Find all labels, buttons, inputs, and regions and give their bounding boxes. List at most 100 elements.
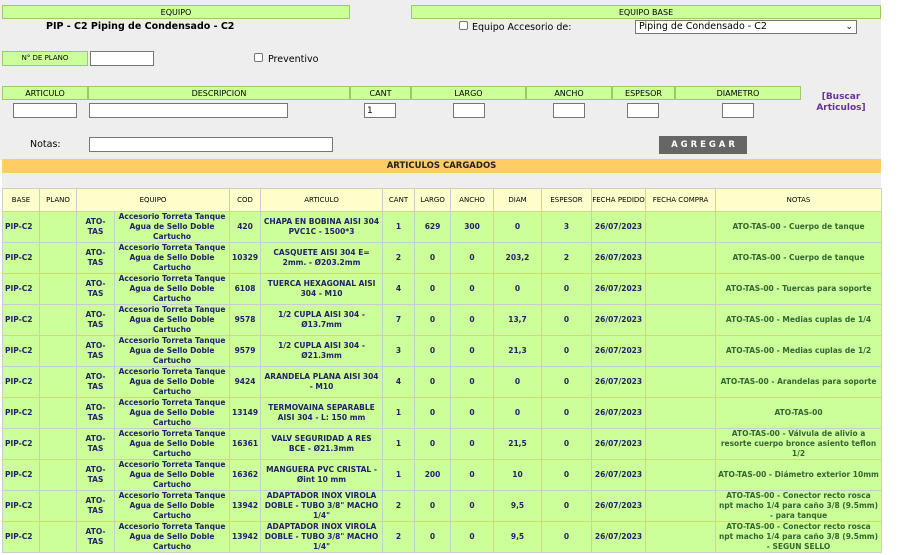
cell-equipo: Accesorio Torreta Tanque Agua de Sello D… [113, 335, 231, 367]
cell-notas: ATO-TAS-00 - Diámetro exterior 10mm [715, 459, 883, 491]
table-header: BASE PLANO EQUIPO COD ARTICULO CANT LARGO ANCHO… [2, 188, 883, 212]
diametro-input[interactable] [722, 103, 754, 118]
cell-espesor: 3 [541, 211, 593, 243]
cell-cant: 2 [382, 242, 416, 274]
cell-plano [39, 211, 77, 243]
cell-equipo-code: ATO-TAS [76, 397, 115, 429]
col-header-fecha-pedido: FECHA PEDIDO [591, 188, 647, 212]
cant-input[interactable] [364, 103, 396, 118]
espesor-header: ESPESOR [612, 86, 675, 100]
table-row[interactable]: PIP-C2 ATO-TAS Accesorio Torreta Tanque Ag… [2, 459, 883, 491]
cell-fecha-pedido: 26/07/2023 [591, 490, 647, 522]
plano-label: N° DE PLANO [2, 51, 88, 66]
table-body: PIP-C2 ATO-TAS Accesorio Torreta Tanque Ag… [2, 211, 883, 553]
cell-espesor: 0 [541, 459, 593, 491]
cell-largo: 0 [414, 366, 452, 398]
table-row[interactable]: PIP-C2 ATO-TAS Accesorio Torreta Tanque Ag… [2, 366, 883, 398]
cell-equipo-code: ATO-TAS [76, 242, 115, 274]
col-header-largo: LARGO [414, 188, 452, 212]
articulo-input[interactable] [13, 103, 77, 118]
cell-notas: ATO-TAS-00 [715, 397, 883, 429]
col-header-cant: CANT [382, 188, 416, 212]
loaded-title-bar: ARTICULOS CARGADOS [2, 159, 881, 173]
table-row[interactable]: PIP-C2 ATO-TAS Accesorio Torreta Tanque Ag… [2, 521, 883, 553]
buscar-articulos-link[interactable]: [Buscar Articulos] [812, 92, 870, 114]
table-row[interactable]: PIP-C2 ATO-TAS Accesorio Torreta Tanque Ag… [2, 335, 883, 367]
table-row[interactable]: PIP-C2 ATO-TAS Accesorio Torreta Tanque Ag… [2, 273, 883, 305]
table-row[interactable]: PIP-C2 ATO-TAS Accesorio Torreta Tanque Ag… [2, 211, 883, 243]
preventivo-checkbox[interactable] [254, 53, 263, 62]
articulo-header: ARTICULO [2, 86, 88, 100]
cell-articulo: ARANDELA PLANA AISI 304 - M10 [260, 366, 384, 398]
table-row[interactable]: PIP-C2 ATO-TAS Accesorio Torreta Tanque Ag… [2, 242, 883, 274]
cell-ancho: 0 [450, 273, 495, 305]
accesorio-label: Equipo Accesorio de: [472, 22, 572, 33]
cell-plano [39, 459, 77, 491]
ancho-input[interactable] [553, 103, 585, 118]
cell-equipo: Accesorio Torreta Tanque Agua de Sello D… [113, 397, 231, 429]
largo-input[interactable] [453, 103, 485, 118]
cell-cant: 1 [382, 211, 416, 243]
col-header-espesor: ESPESOR [541, 188, 593, 212]
cell-notas: ATO-TAS-00 - Medias cuplas de 1/2 [715, 335, 883, 367]
cell-equipo-code: ATO-TAS [76, 490, 115, 522]
cell-fecha-pedido: 26/07/2023 [591, 211, 647, 243]
cell-diam: 0 [493, 273, 543, 305]
cell-equipo: Accesorio Torreta Tanque Agua de Sello D… [113, 490, 231, 522]
espesor-input[interactable] [627, 103, 659, 118]
cell-equipo-code: ATO-TAS [76, 521, 115, 553]
cell-largo: 0 [414, 304, 452, 336]
cell-fecha-compra [645, 304, 717, 336]
cell-fecha-compra [645, 521, 717, 553]
cell-diam: 10 [493, 459, 543, 491]
plano-input[interactable] [90, 51, 154, 66]
cell-ancho: 0 [450, 397, 495, 429]
cell-largo: 0 [414, 490, 452, 522]
cell-cod: 9578 [229, 304, 262, 336]
cell-base: PIP-C2 [2, 521, 40, 553]
table-row[interactable]: PIP-C2 ATO-TAS Accesorio Torreta Tanque Ag… [2, 397, 883, 429]
col-header-ancho: ANCHO [450, 188, 495, 212]
cell-ancho: 0 [450, 428, 495, 460]
equipo-label: EQUIPO [2, 5, 350, 19]
spacer-bar [2, 173, 881, 188]
table-row[interactable]: PIP-C2 ATO-TAS Accesorio Torreta Tanque Ag… [2, 490, 883, 522]
cell-base: PIP-C2 [2, 459, 40, 491]
cell-articulo: 1/2 CUPLA AISI 304 - Ø21.3mm [260, 335, 384, 367]
cell-cod: 420 [229, 211, 262, 243]
cell-diam: 9,5 [493, 490, 543, 522]
cell-notas: ATO-TAS-00 - Arandelas para soporte [715, 366, 883, 398]
accesorio-checkbox[interactable] [459, 21, 468, 30]
cell-plano [39, 397, 77, 429]
articles-table: BASE PLANO EQUIPO COD ARTICULO CANT LARGO ANCHO… [2, 188, 883, 553]
cell-ancho: 300 [450, 211, 495, 243]
chevron-down-icon: ⌄ [845, 22, 853, 32]
cell-equipo: Accesorio Torreta Tanque Agua de Sello D… [113, 242, 231, 274]
cell-espesor: 0 [541, 273, 593, 305]
agregar-button[interactable]: A G R E G A R [659, 136, 747, 154]
cell-articulo: ADAPTADOR INOX VIROLA DOBLE - TUBO 3/8" … [260, 521, 384, 553]
cell-cant: 2 [382, 521, 416, 553]
accesorio-select[interactable]: Piping de Condensado - C2 ⌄ [635, 20, 857, 34]
cell-cant: 4 [382, 273, 416, 305]
cell-plano [39, 521, 77, 553]
cell-notas: ATO-TAS-00 - Válvula de alivio a resorte… [715, 428, 883, 460]
cell-base: PIP-C2 [2, 211, 40, 243]
cell-cod: 9424 [229, 366, 262, 398]
cell-largo: 0 [414, 397, 452, 429]
cell-cod: 9579 [229, 335, 262, 367]
table-row[interactable]: PIP-C2 ATO-TAS Accesorio Torreta Tanque Ag… [2, 304, 883, 336]
cell-articulo: CASQUETE AISI 304 E= 2mm. - Ø203.2mm [260, 242, 384, 274]
descripcion-input[interactable] [89, 103, 288, 118]
buscar-link-word1: Buscar [825, 92, 861, 102]
cell-equipo: Accesorio Torreta Tanque Agua de Sello D… [113, 366, 231, 398]
cell-equipo: Accesorio Torreta Tanque Agua de Sello D… [113, 459, 231, 491]
table-row[interactable]: PIP-C2 ATO-TAS Accesorio Torreta Tanque Ag… [2, 428, 883, 460]
cell-fecha-pedido: 26/07/2023 [591, 304, 647, 336]
cell-plano [39, 242, 77, 274]
cell-notas: ATO-TAS-00 - Medias cuplas de 1/4 [715, 304, 883, 336]
cell-articulo: VALV SEGURIDAD A RES BCE - Ø21.3mm [260, 428, 384, 460]
notas-input[interactable] [89, 137, 333, 152]
cell-diam: 0 [493, 397, 543, 429]
col-header-cod: COD [229, 188, 262, 212]
